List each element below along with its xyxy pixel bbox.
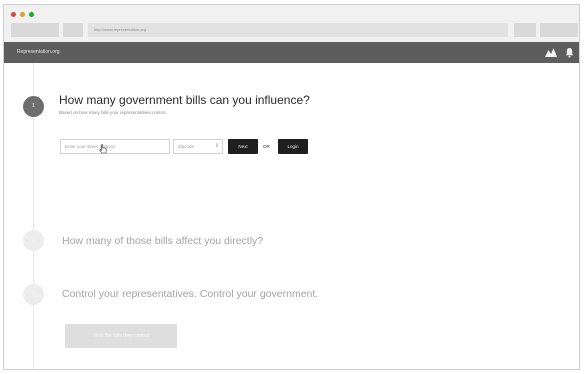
step-2-question: How many of those bills affect you direc… [62, 235, 264, 247]
next-button[interactable]: Next [228, 139, 258, 154]
zipcode-placeholder: Zipcode [178, 144, 195, 149]
step-3-question: Control your representatives. Control yo… [62, 288, 319, 300]
login-button[interactable]: Login [278, 139, 308, 154]
site-brand-link[interactable]: Representation.org [17, 42, 60, 63]
site-navbar: Representation.org [4, 42, 579, 63]
step-number-2: 2 [23, 230, 44, 251]
zipcode-select[interactable]: Zipcode ⇕ [173, 139, 223, 154]
minimize-window-icon[interactable] [20, 12, 25, 17]
step-number-1: 1 [23, 96, 44, 117]
browser-share-button[interactable] [514, 23, 536, 37]
bell-icon[interactable] [565, 47, 574, 58]
browser-back-button[interactable] [11, 23, 59, 37]
view-bills-button[interactable]: View the bills they control [65, 324, 177, 348]
street-address-input[interactable]: Enter your street address [60, 139, 170, 154]
step-1-question: How many government bills can you influe… [59, 93, 310, 107]
select-arrows-icon: ⇕ [214, 143, 219, 149]
browser-tabs-button[interactable] [540, 23, 578, 37]
browser-window: http://www.representation.org Representa… [3, 4, 580, 370]
maximize-window-icon[interactable] [29, 12, 34, 17]
window-controls [11, 12, 34, 17]
browser-chrome: http://www.representation.org [4, 5, 579, 42]
hand-cursor-icon [99, 144, 107, 154]
step-1-subtitle: Based on how many bills your representat… [59, 110, 167, 115]
close-window-icon[interactable] [11, 12, 16, 17]
or-separator: OR [263, 144, 270, 149]
browser-forward-button[interactable] [63, 23, 83, 37]
mountains-logo-icon[interactable] [545, 47, 557, 58]
step-number-3: 3 [23, 284, 44, 305]
address-bar[interactable]: http://www.representation.org [88, 23, 508, 37]
